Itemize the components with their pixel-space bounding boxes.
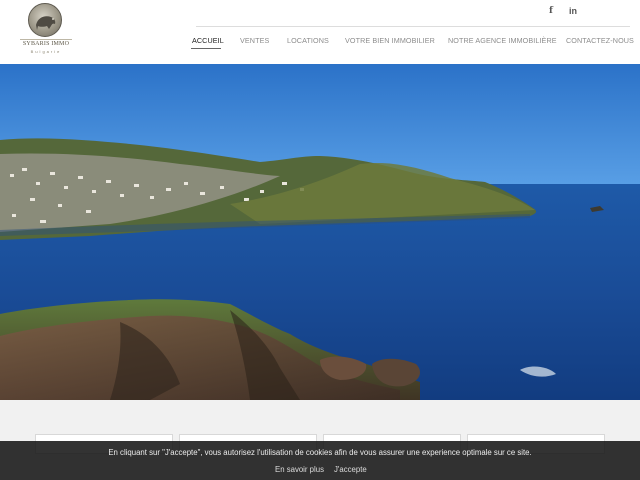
facebook-icon[interactable]: f <box>549 6 553 18</box>
brand-tagline: Bulgarie <box>30 49 62 54</box>
linkedin-icon[interactable]: in <box>569 6 577 18</box>
cookie-learn-more-link[interactable]: En savoir plus <box>275 465 324 474</box>
coastal-landscape-image <box>0 64 640 400</box>
nav-divider <box>196 26 630 27</box>
nav-item-contact[interactable]: CONTACTEZ-NOUS <box>566 36 634 45</box>
brand-name: SYBARIS IMMO <box>20 39 72 47</box>
cookie-banner: En cliquant sur "J'accepte", vous autori… <box>0 441 640 480</box>
nav-item-ventes[interactable]: VENTES <box>240 36 269 45</box>
nav-active-indicator <box>191 48 221 49</box>
logo[interactable]: SYBARIS IMMO Bulgarie <box>20 3 72 57</box>
nav-item-accueil[interactable]: ACCUEIL <box>192 36 224 45</box>
nav-item-notre-agence[interactable]: NOTRE AGENCE IMMOBILIÈRE <box>448 36 557 45</box>
site-header: SYBARIS IMMO Bulgarie f in ACCUEIL VENTE… <box>0 0 640 64</box>
nav-item-votre-bien[interactable]: VOTRE BIEN IMMOBILIER <box>345 36 435 45</box>
nav-item-locations[interactable]: LOCATIONS <box>287 36 329 45</box>
coin-emblem-icon <box>28 3 62 37</box>
cookie-accept-button[interactable]: J'accepte <box>334 465 367 474</box>
hero-image <box>0 64 640 400</box>
cookie-message: En cliquant sur "J'accepte", vous autori… <box>108 448 532 457</box>
